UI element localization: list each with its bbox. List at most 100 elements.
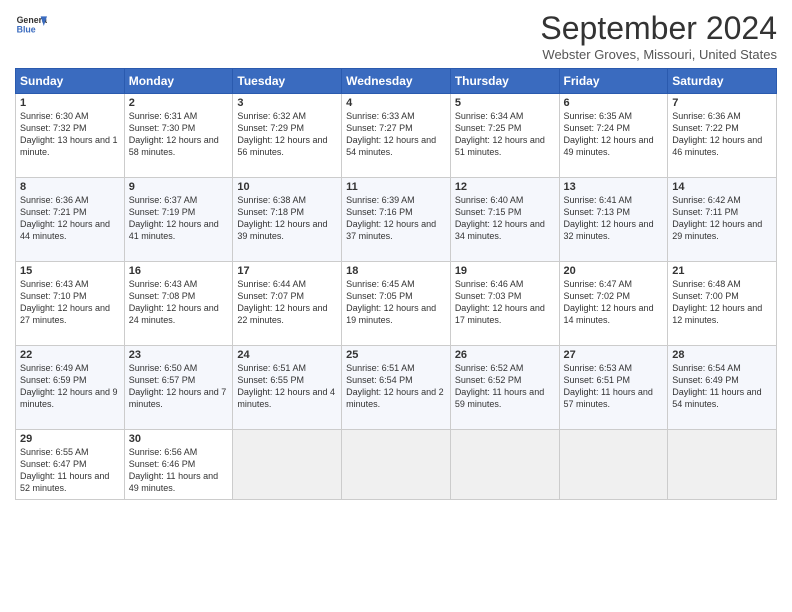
calendar-day-cell: 28Sunrise: 6:54 AMSunset: 6:49 PMDayligh… [668,346,777,430]
general-blue-logo-icon: General Blue [15,10,47,42]
calendar-day-cell [668,430,777,500]
calendar-day-cell [233,430,342,500]
day-info: Sunrise: 6:40 AMSunset: 7:15 PMDaylight:… [455,194,555,243]
day-number: 2 [129,97,229,109]
day-number: 13 [564,181,664,193]
calendar-header-friday: Friday [559,69,668,94]
day-info: Sunrise: 6:42 AMSunset: 7:11 PMDaylight:… [672,194,772,243]
day-info: Sunrise: 6:44 AMSunset: 7:07 PMDaylight:… [237,278,337,327]
calendar-header-saturday: Saturday [668,69,777,94]
day-number: 25 [346,349,446,361]
calendar-day-cell: 17Sunrise: 6:44 AMSunset: 7:07 PMDayligh… [233,262,342,346]
calendar-day-cell: 13Sunrise: 6:41 AMSunset: 7:13 PMDayligh… [559,178,668,262]
day-number: 12 [455,181,555,193]
calendar-day-cell [450,430,559,500]
calendar-day-cell: 23Sunrise: 6:50 AMSunset: 6:57 PMDayligh… [124,346,233,430]
calendar-day-cell: 12Sunrise: 6:40 AMSunset: 7:15 PMDayligh… [450,178,559,262]
calendar-table: SundayMondayTuesdayWednesdayThursdayFrid… [15,68,777,500]
calendar-day-cell: 7Sunrise: 6:36 AMSunset: 7:22 PMDaylight… [668,94,777,178]
day-number: 24 [237,349,337,361]
calendar-day-cell: 6Sunrise: 6:35 AMSunset: 7:24 PMDaylight… [559,94,668,178]
day-number: 30 [129,433,229,445]
calendar-week-row: 8Sunrise: 6:36 AMSunset: 7:21 PMDaylight… [16,178,777,262]
day-number: 6 [564,97,664,109]
calendar-day-cell: 24Sunrise: 6:51 AMSunset: 6:55 PMDayligh… [233,346,342,430]
calendar-day-cell: 22Sunrise: 6:49 AMSunset: 6:59 PMDayligh… [16,346,125,430]
calendar-week-row: 22Sunrise: 6:49 AMSunset: 6:59 PMDayligh… [16,346,777,430]
day-info: Sunrise: 6:55 AMSunset: 6:47 PMDaylight:… [20,446,120,495]
day-number: 16 [129,265,229,277]
day-number: 18 [346,265,446,277]
day-number: 11 [346,181,446,193]
calendar-header-wednesday: Wednesday [342,69,451,94]
calendar-day-cell: 21Sunrise: 6:48 AMSunset: 7:00 PMDayligh… [668,262,777,346]
calendar-day-cell: 8Sunrise: 6:36 AMSunset: 7:21 PMDaylight… [16,178,125,262]
calendar-day-cell: 16Sunrise: 6:43 AMSunset: 7:08 PMDayligh… [124,262,233,346]
day-info: Sunrise: 6:53 AMSunset: 6:51 PMDaylight:… [564,362,664,411]
day-info: Sunrise: 6:45 AMSunset: 7:05 PMDaylight:… [346,278,446,327]
calendar-header-sunday: Sunday [16,69,125,94]
day-info: Sunrise: 6:47 AMSunset: 7:02 PMDaylight:… [564,278,664,327]
day-info: Sunrise: 6:56 AMSunset: 6:46 PMDaylight:… [129,446,229,495]
day-number: 15 [20,265,120,277]
calendar-day-cell: 9Sunrise: 6:37 AMSunset: 7:19 PMDaylight… [124,178,233,262]
calendar-header-thursday: Thursday [450,69,559,94]
calendar-day-cell [559,430,668,500]
calendar-day-cell: 18Sunrise: 6:45 AMSunset: 7:05 PMDayligh… [342,262,451,346]
logo: General Blue [15,10,47,42]
svg-text:Blue: Blue [17,24,36,34]
day-info: Sunrise: 6:49 AMSunset: 6:59 PMDaylight:… [20,362,120,411]
day-info: Sunrise: 6:37 AMSunset: 7:19 PMDaylight:… [129,194,229,243]
day-number: 26 [455,349,555,361]
calendar-header-tuesday: Tuesday [233,69,342,94]
day-info: Sunrise: 6:34 AMSunset: 7:25 PMDaylight:… [455,110,555,159]
calendar-week-row: 15Sunrise: 6:43 AMSunset: 7:10 PMDayligh… [16,262,777,346]
calendar-header-monday: Monday [124,69,233,94]
day-number: 1 [20,97,120,109]
location-subtitle: Webster Groves, Missouri, United States [540,47,777,62]
calendar-day-cell: 20Sunrise: 6:47 AMSunset: 7:02 PMDayligh… [559,262,668,346]
day-info: Sunrise: 6:46 AMSunset: 7:03 PMDaylight:… [455,278,555,327]
month-title: September 2024 [540,10,777,47]
day-number: 14 [672,181,772,193]
calendar-day-cell: 4Sunrise: 6:33 AMSunset: 7:27 PMDaylight… [342,94,451,178]
day-number: 3 [237,97,337,109]
day-info: Sunrise: 6:31 AMSunset: 7:30 PMDaylight:… [129,110,229,159]
day-number: 28 [672,349,772,361]
page-container: General Blue September 2024 Webster Grov… [0,0,792,612]
calendar-day-cell: 11Sunrise: 6:39 AMSunset: 7:16 PMDayligh… [342,178,451,262]
day-info: Sunrise: 6:36 AMSunset: 7:22 PMDaylight:… [672,110,772,159]
day-info: Sunrise: 6:43 AMSunset: 7:10 PMDaylight:… [20,278,120,327]
calendar-week-row: 1Sunrise: 6:30 AMSunset: 7:32 PMDaylight… [16,94,777,178]
day-info: Sunrise: 6:52 AMSunset: 6:52 PMDaylight:… [455,362,555,411]
day-info: Sunrise: 6:35 AMSunset: 7:24 PMDaylight:… [564,110,664,159]
calendar-day-cell [342,430,451,500]
day-number: 27 [564,349,664,361]
header: General Blue September 2024 Webster Grov… [15,10,777,62]
day-info: Sunrise: 6:38 AMSunset: 7:18 PMDaylight:… [237,194,337,243]
calendar-day-cell: 25Sunrise: 6:51 AMSunset: 6:54 PMDayligh… [342,346,451,430]
calendar-day-cell: 1Sunrise: 6:30 AMSunset: 7:32 PMDaylight… [16,94,125,178]
day-info: Sunrise: 6:32 AMSunset: 7:29 PMDaylight:… [237,110,337,159]
calendar-header-row: SundayMondayTuesdayWednesdayThursdayFrid… [16,69,777,94]
day-number: 5 [455,97,555,109]
day-info: Sunrise: 6:50 AMSunset: 6:57 PMDaylight:… [129,362,229,411]
calendar-day-cell: 27Sunrise: 6:53 AMSunset: 6:51 PMDayligh… [559,346,668,430]
day-info: Sunrise: 6:30 AMSunset: 7:32 PMDaylight:… [20,110,120,159]
day-number: 19 [455,265,555,277]
calendar-day-cell: 26Sunrise: 6:52 AMSunset: 6:52 PMDayligh… [450,346,559,430]
day-info: Sunrise: 6:39 AMSunset: 7:16 PMDaylight:… [346,194,446,243]
day-number: 29 [20,433,120,445]
day-number: 22 [20,349,120,361]
calendar-day-cell: 10Sunrise: 6:38 AMSunset: 7:18 PMDayligh… [233,178,342,262]
day-info: Sunrise: 6:43 AMSunset: 7:08 PMDaylight:… [129,278,229,327]
day-number: 20 [564,265,664,277]
day-number: 21 [672,265,772,277]
calendar-day-cell: 29Sunrise: 6:55 AMSunset: 6:47 PMDayligh… [16,430,125,500]
day-info: Sunrise: 6:48 AMSunset: 7:00 PMDaylight:… [672,278,772,327]
day-number: 23 [129,349,229,361]
calendar-day-cell: 5Sunrise: 6:34 AMSunset: 7:25 PMDaylight… [450,94,559,178]
calendar-day-cell: 19Sunrise: 6:46 AMSunset: 7:03 PMDayligh… [450,262,559,346]
calendar-day-cell: 3Sunrise: 6:32 AMSunset: 7:29 PMDaylight… [233,94,342,178]
calendar-day-cell: 30Sunrise: 6:56 AMSunset: 6:46 PMDayligh… [124,430,233,500]
